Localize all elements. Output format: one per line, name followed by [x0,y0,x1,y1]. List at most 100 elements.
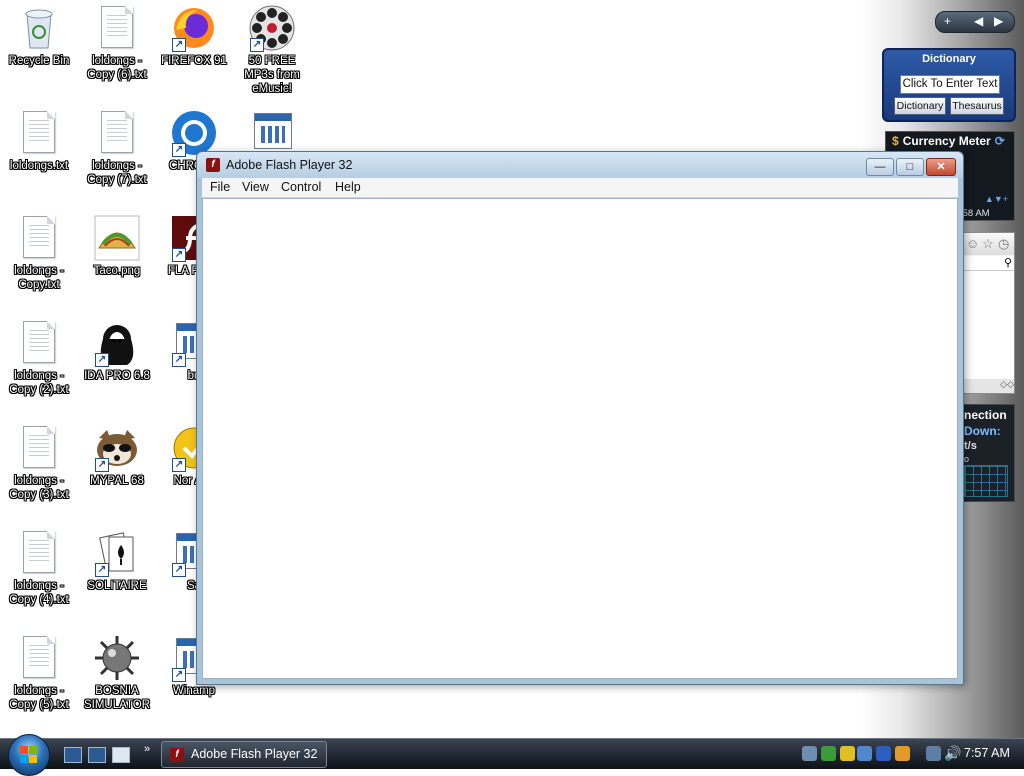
network-extra-label: o [964,454,970,464]
desktop-icon-emusic[interactable]: ↗ 50 FREE MP3s from eMusic! [233,4,311,96]
desktop-icon-label: BOSNIA SIMULATOR [83,685,151,711]
refresh-icon[interactable]: ⟳ [995,134,1005,148]
desktop-icon-label: loldongs - Copy (4).txt [9,580,69,606]
desktop-icon-label: Taco.png [93,265,141,277]
desktop-icon-loldongs-copy-2[interactable]: loldongs - Copy (2).txt [0,319,78,397]
shortcut-arrow-icon: ↗ [172,458,186,472]
desktop-icon-label: loldongs.txt [9,160,69,172]
search-input[interactable]: ⚲ [962,256,1014,271]
thesaurus-button[interactable]: Thesaurus [950,97,1004,115]
add-gadget-button[interactable]: + [944,14,951,28]
clock-icon[interactable]: ◷ [998,236,1009,252]
mine-icon [93,634,141,682]
desktop-icon-label: IDA PRO 6.8 [84,370,150,382]
network-connection-icon[interactable] [926,746,941,761]
desktop-icon-firefox[interactable]: ↗ FIREFOX 91 [155,4,233,68]
dictionary-header: Dictionary [922,53,976,65]
desktop-icon-loldongs-copy-6[interactable]: loldongs - Copy (6).txt [78,4,156,82]
search-results [962,271,1014,379]
desktop-icon-window-app[interactable] [233,109,311,157]
desktop-icon-recycle-bin[interactable]: Recycle Bin [0,4,78,68]
star-icon[interactable]: ☆ [982,236,994,252]
flash-icon: f [170,748,184,762]
text-file-icon [93,4,141,52]
security-tray-icon[interactable] [840,746,855,761]
desktop-icon-mypal[interactable]: ↗ MYPAL 68 [78,424,156,488]
window-app-icon [248,109,296,157]
desktop-icon-label: loldongs - Copy.txt [14,265,64,291]
text-file-icon [15,109,63,157]
dictionary-button[interactable]: Dictionary [894,97,946,115]
desktop-icon-label: loldongs - Copy (7).txt [87,160,147,186]
desktop-icon-label: loldongs - Copy (5).txt [9,685,69,711]
dictionary-input[interactable]: Click To Enter Text [900,75,1000,94]
text-file-icon [15,319,63,367]
volume-icon[interactable]: 🔊 [944,746,961,761]
text-file-icon [15,634,63,682]
desktop-icon-taco[interactable]: Taco.png [78,214,156,278]
network-meter-gadget: nection Down: t/s o [961,404,1015,502]
close-button[interactable]: ✕ [926,158,956,176]
network-down-label: Down: [964,424,1001,438]
shortcut-arrow-icon: ↗ [172,143,186,157]
tools-tray-icon[interactable] [895,746,910,761]
taco-image-icon [93,214,141,262]
quick-launch-more[interactable]: » [144,743,150,755]
shortcut-arrow-icon: ↗ [95,353,109,367]
shortcut-arrow-icon: ↗ [95,563,109,577]
shortcut-arrow-icon: ↗ [172,563,186,577]
search-footer[interactable]: ◇◇ [962,379,1014,393]
taskbar: » f Adobe Flash Player 32 🔊 7:57 AM [0,734,1024,776]
shortcut-arrow-icon: ↗ [172,38,186,52]
desktop-icon-loldongs-copy-5[interactable]: loldongs - Copy (5).txt [0,634,78,712]
search-icon[interactable]: ⚲ [1004,256,1012,269]
shortcut-arrow-icon: ↗ [250,38,264,52]
currency-arrows[interactable]: ▲▼+ [985,194,1008,204]
desktop-icon-loldongs-copy[interactable]: loldongs - Copy.txt [0,214,78,292]
film-reel-icon: ↗ [248,4,296,52]
previous-page-button[interactable]: ◀ [974,14,983,28]
switch-windows-icon[interactable] [88,747,106,763]
desktop-icon-ida-pro[interactable]: ↗ IDA PRO 6.8 [78,319,156,383]
desktop-icon-loldongs-copy-7[interactable]: loldongs - Copy (7).txt [78,109,156,187]
flash-content-area[interactable] [202,198,958,679]
maximize-button[interactable]: □ [896,158,924,176]
desktop-icon-loldongs-copy-4[interactable]: loldongs - Copy (4).txt [0,529,78,607]
network-rate-label: t/s [964,440,977,452]
menu-view[interactable]: View [242,180,269,194]
desktop-icon-label: FIREFOX 91 [161,55,227,67]
shortcut-arrow-icon: ↗ [95,458,109,472]
firefox-icon: ↗ [170,4,218,52]
raccoon-icon: ↗ [93,424,141,472]
desktop-icon-loldongs[interactable]: loldongs.txt [0,109,78,173]
menu-help[interactable]: Help [335,180,361,194]
desktop-icon-label: loldongs - Copy (6).txt [87,55,147,81]
window-titlebar[interactable]: f Adobe Flash Player 32 — □ ✕ [197,152,963,178]
text-file-icon [15,529,63,577]
show-desktop-icon[interactable] [64,747,82,763]
calculator-icon[interactable] [112,747,130,763]
desktop-icon-label: Recycle Bin [8,55,70,67]
currency-time: :58 AM [960,208,990,219]
taskbar-item-flash-player[interactable]: f Adobe Flash Player 32 [161,741,327,768]
network-tray-icon[interactable] [802,746,817,761]
start-button[interactable] [8,734,50,776]
update-tray-icon[interactable] [857,746,872,761]
text-file-icon [93,109,141,157]
desktop-icon-loldongs-copy-3[interactable]: loldongs - Copy (3).txt [0,424,78,502]
desktop-icon-bosnia-simulator[interactable]: BOSNIA SIMULATOR [78,634,156,712]
menu-control[interactable]: Control [281,180,321,194]
menu-file[interactable]: File [210,180,230,194]
chrome-icon: ↗ [170,109,218,157]
messenger-tray-icon[interactable] [821,746,836,761]
desktop-icon-label: loldongs - Copy (2).txt [9,370,69,396]
currency-header: $ Currency Meter ⟳ [892,134,1005,148]
desktop-icon-solitaire[interactable]: ↗ SOLITAIRE [78,529,156,593]
antivirus-tray-icon[interactable] [876,746,891,761]
desktop-icon-label: MYPAL 68 [90,475,144,487]
search-toolbar: ☺ ☆ ◷ [962,233,1014,255]
user-icon[interactable]: ☺ [966,236,979,251]
next-page-button[interactable]: ▶ [994,14,1003,28]
taskbar-clock[interactable]: 7:57 AM [964,746,1010,760]
minimize-button[interactable]: — [866,158,894,176]
